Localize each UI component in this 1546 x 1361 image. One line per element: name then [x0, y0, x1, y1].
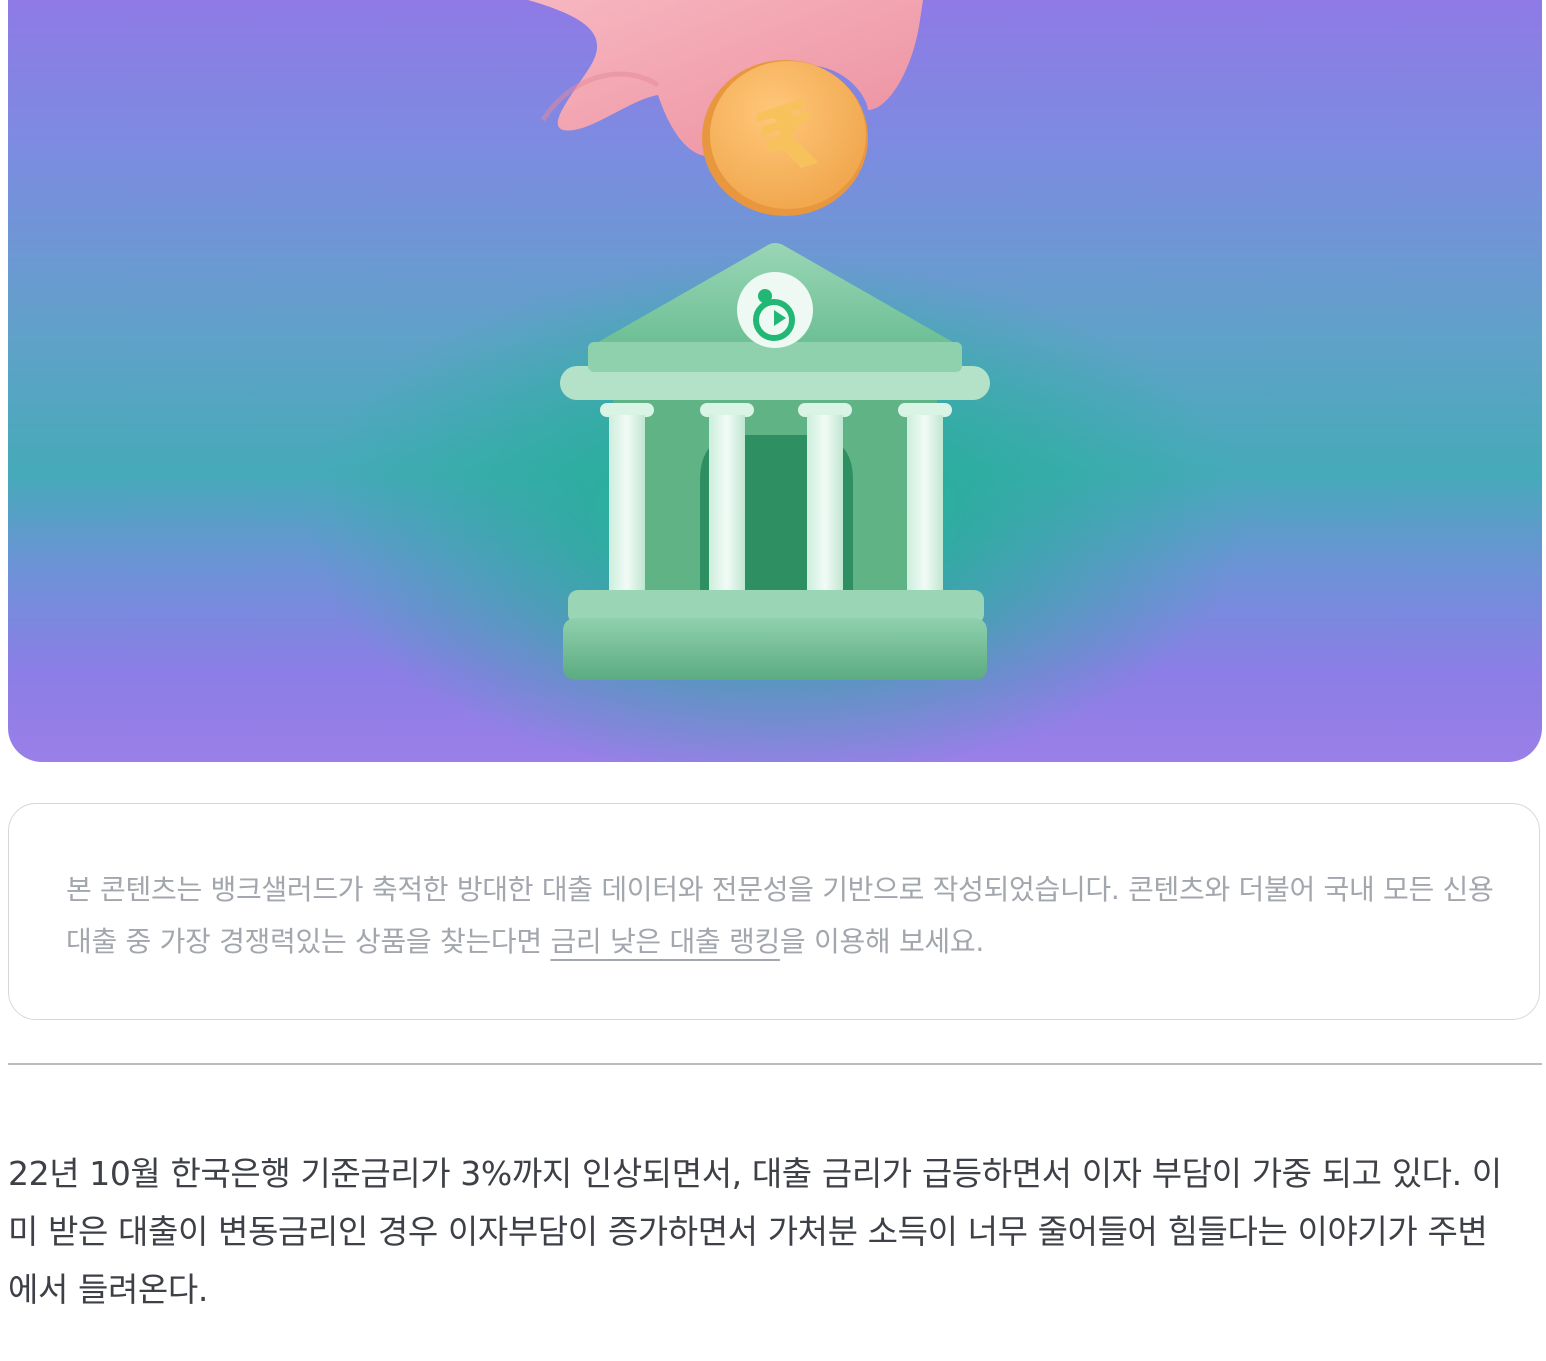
bank-icon: [560, 243, 990, 680]
hero-illustration: ₹: [8, 0, 1542, 762]
section-divider: [8, 1063, 1542, 1065]
loan-ranking-link[interactable]: 금리 낮은 대출 랭킹: [550, 925, 780, 958]
article-paragraph: 22년 10월 한국은행 기준금리가 3%까지 인상되면서, 대출 금리가 급등…: [8, 1154, 1502, 1309]
coin-icon: ₹: [702, 60, 868, 216]
notice-text: 본 콘텐츠는 뱅크샐러드가 축적한 방대한 대출 데이터와 전문성을 기반으로 …: [66, 864, 1506, 968]
notice-text-outro: 을 이용해 보세요.: [779, 925, 984, 958]
notice-box: 본 콘텐츠는 뱅크샐러드가 축적한 방대한 대출 데이터와 전문성을 기반으로 …: [8, 803, 1540, 1020]
bank-coin-illustration: ₹: [528, 0, 990, 680]
